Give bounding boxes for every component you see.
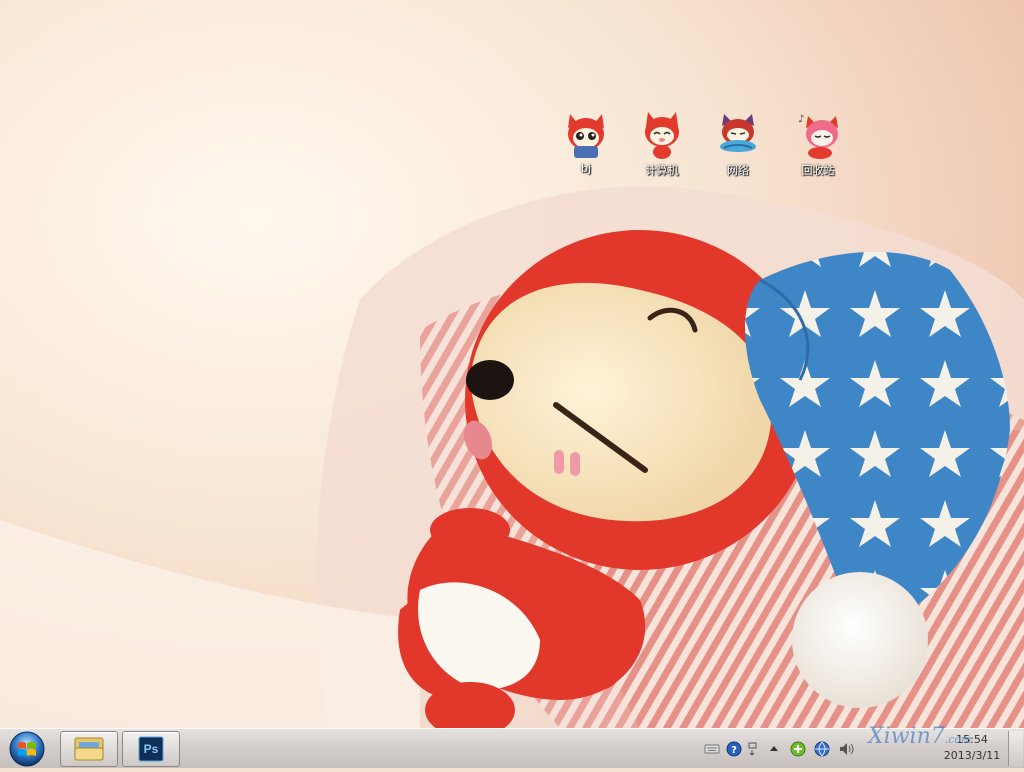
desktop-icon-recycle-bin[interactable]: ♪ 回收站: [788, 110, 848, 178]
taskbar-explorer-button[interactable]: [60, 731, 118, 767]
desktop-icon-computer[interactable]: 计算机: [632, 110, 692, 178]
window-switch-icon[interactable]: [746, 741, 762, 757]
desktop-icon-label: 网络: [727, 164, 749, 177]
folder-library-icon: [74, 737, 104, 761]
ali-fox-recycle-bin-icon: ♪: [794, 110, 842, 160]
svg-text:♪: ♪: [798, 114, 804, 125]
help-icon[interactable]: ?: [726, 741, 742, 757]
ali-fox-face-icon: [562, 110, 610, 160]
volume-icon[interactable]: [838, 741, 854, 757]
show-desktop-button[interactable]: [1008, 731, 1023, 766]
desktop-icon-network[interactable]: 网络: [708, 110, 768, 178]
start-button[interactable]: [4, 730, 50, 768]
system-clock[interactable]: 15:54 2013/3/11: [940, 732, 1004, 764]
clock-date: 2013/3/11: [943, 749, 1001, 762]
desktop-icon-label: 计算机: [645, 164, 679, 177]
taskbar: Ps ? 15:54 2013/3/11: [0, 728, 1024, 768]
clock-time: 15:54: [956, 733, 988, 746]
desktop-icon-bj[interactable]: bj: [556, 110, 616, 175]
ali-fox-computer-icon: [638, 110, 686, 160]
keyboard-icon[interactable]: [704, 741, 720, 757]
desktop-wallpaper: [0, 0, 1024, 728]
ps-logo-text: Ps: [143, 742, 159, 756]
globe-icon[interactable]: [814, 741, 830, 757]
windows-orb-icon: [9, 731, 45, 767]
ali-fox-network-icon: [714, 110, 762, 160]
desktop-icon-label: 回收站: [801, 164, 835, 177]
network-plus-icon[interactable]: [790, 741, 806, 757]
chevron-up-icon[interactable]: [766, 741, 782, 757]
taskbar-photoshop-button[interactable]: Ps: [122, 731, 180, 767]
desktop-icon-label: bj: [580, 162, 592, 175]
svg-text:?: ?: [731, 745, 737, 756]
